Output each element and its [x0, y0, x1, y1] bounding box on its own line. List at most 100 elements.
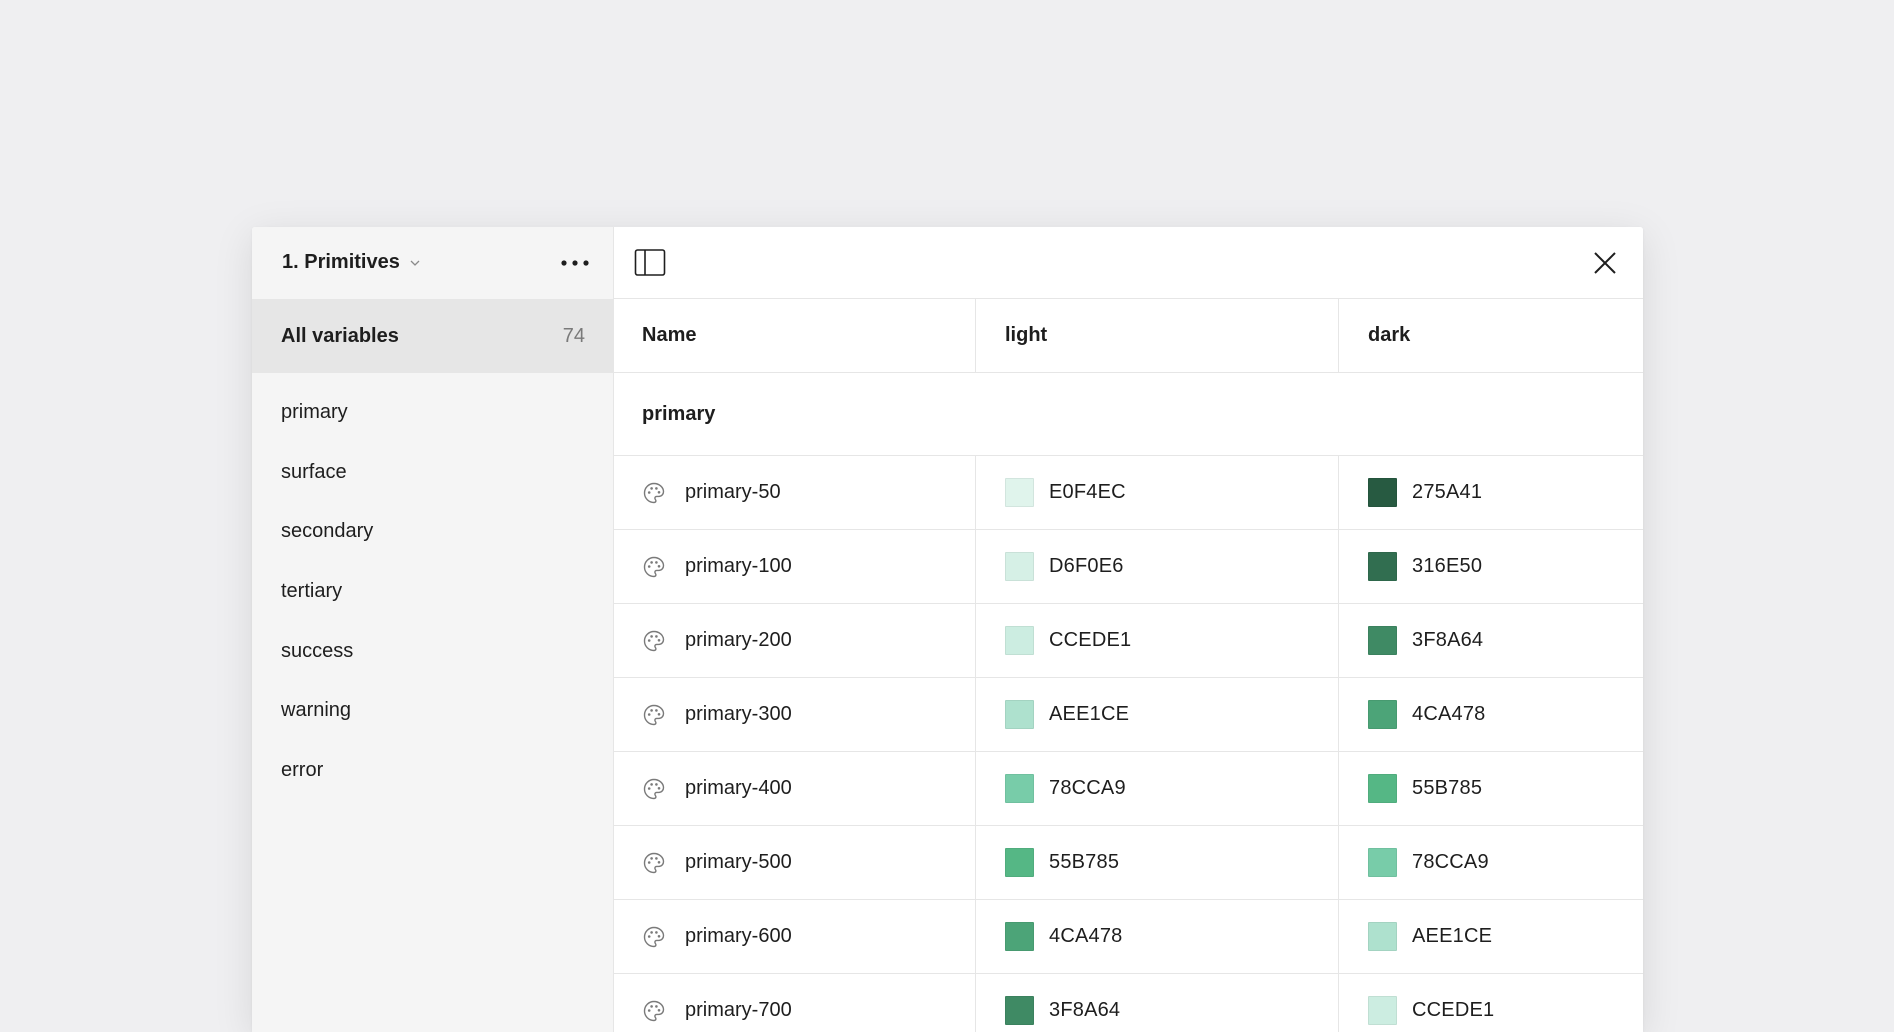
- dark-hex-value: 275A41: [1412, 481, 1483, 503]
- sidebar-item-success[interactable]: success: [252, 611, 613, 671]
- dark-value-cell[interactable]: 78CCA9: [1339, 826, 1643, 899]
- dark-color-swatch[interactable]: [1368, 552, 1397, 581]
- main-content: Name light dark primary primary-50 E0F4EC…: [614, 227, 1643, 1032]
- light-hex-value: 4CA478: [1049, 925, 1123, 947]
- sidebar-item-warning[interactable]: warning: [252, 671, 613, 731]
- light-value-cell[interactable]: 3F8A64: [976, 974, 1339, 1032]
- color-palette-icon: [642, 481, 666, 505]
- dark-color-swatch[interactable]: [1368, 774, 1397, 803]
- variable-name: primary-300: [685, 703, 792, 725]
- more-options-button[interactable]: [558, 247, 592, 279]
- dark-hex-value: CCEDE1: [1412, 999, 1495, 1021]
- variable-name-cell[interactable]: primary-200: [614, 604, 976, 677]
- dark-value-cell[interactable]: 3F8A64: [1339, 604, 1643, 677]
- dark-color-swatch[interactable]: [1368, 996, 1397, 1025]
- sidebar-item-tertiary[interactable]: tertiary: [252, 552, 613, 612]
- variable-name-cell[interactable]: primary-100: [614, 530, 976, 603]
- all-variables-label: All variables: [281, 325, 399, 347]
- variable-name-cell[interactable]: primary-700: [614, 974, 976, 1032]
- variable-name: primary-50: [685, 481, 781, 503]
- variable-name: primary-100: [685, 555, 792, 577]
- color-palette-icon: [642, 777, 666, 801]
- all-variables-item[interactable]: All variables 74: [252, 299, 613, 373]
- table-row[interactable]: primary-400 78CCA9 55B785: [614, 752, 1643, 826]
- color-palette-icon: [642, 999, 666, 1023]
- dark-hex-value: 78CCA9: [1412, 851, 1489, 873]
- dark-value-cell[interactable]: 55B785: [1339, 752, 1643, 825]
- table-row[interactable]: primary-600 4CA478 AEE1CE: [614, 900, 1643, 974]
- light-value-cell[interactable]: 55B785: [976, 826, 1339, 899]
- light-hex-value: 78CCA9: [1049, 777, 1126, 799]
- dark-value-cell[interactable]: 4CA478: [1339, 678, 1643, 751]
- dark-color-swatch[interactable]: [1368, 626, 1397, 655]
- variable-name-cell[interactable]: primary-300: [614, 678, 976, 751]
- variable-name: primary-700: [685, 999, 792, 1021]
- light-value-cell[interactable]: E0F4EC: [976, 456, 1339, 529]
- group-header-primary: primary: [614, 373, 1643, 456]
- column-header-name[interactable]: Name: [614, 299, 976, 372]
- close-icon[interactable]: [1591, 249, 1619, 277]
- table-row[interactable]: primary-100 D6F0E6 316E50: [614, 530, 1643, 604]
- sidebar-item-error[interactable]: error: [252, 731, 613, 791]
- toolbar: [614, 227, 1643, 299]
- light-color-swatch[interactable]: [1005, 848, 1034, 877]
- light-hex-value: CCEDE1: [1049, 629, 1132, 651]
- variable-name: primary-500: [685, 851, 792, 873]
- sidebar-toggle-icon[interactable]: [634, 248, 666, 278]
- sidebar-item-surface[interactable]: surface: [252, 433, 613, 493]
- collection-dropdown[interactable]: 1. Primitives: [282, 251, 422, 274]
- table-row[interactable]: primary-500 55B785 78CCA9: [614, 826, 1643, 900]
- sidebar-header: 1. Primitives: [252, 227, 613, 299]
- dark-color-swatch[interactable]: [1368, 700, 1397, 729]
- variable-name: primary-200: [685, 629, 792, 651]
- column-header-light[interactable]: light: [976, 299, 1339, 372]
- color-palette-icon: [642, 629, 666, 653]
- table-body: primary-50 E0F4EC 275A41 primary-100 D6F0E6 3…: [614, 456, 1643, 1032]
- sidebar-item-secondary[interactable]: secondary: [252, 492, 613, 552]
- light-hex-value: E0F4EC: [1049, 481, 1126, 503]
- light-hex-value: D6F0E6: [1049, 555, 1124, 577]
- dark-color-swatch[interactable]: [1368, 848, 1397, 877]
- sidebar-item-primary[interactable]: primary: [252, 373, 613, 433]
- dark-color-swatch[interactable]: [1368, 478, 1397, 507]
- dark-color-swatch[interactable]: [1368, 922, 1397, 951]
- table-row[interactable]: primary-50 E0F4EC 275A41: [614, 456, 1643, 530]
- light-value-cell[interactable]: 78CCA9: [976, 752, 1339, 825]
- light-color-swatch[interactable]: [1005, 700, 1034, 729]
- light-color-swatch[interactable]: [1005, 626, 1034, 655]
- light-value-cell[interactable]: AEE1CE: [976, 678, 1339, 751]
- light-color-swatch[interactable]: [1005, 478, 1034, 507]
- dark-value-cell[interactable]: CCEDE1: [1339, 974, 1643, 1032]
- table-row[interactable]: primary-300 AEE1CE 4CA478: [614, 678, 1643, 752]
- variables-table: Name light dark primary primary-50 E0F4EC…: [614, 299, 1643, 1032]
- light-value-cell[interactable]: D6F0E6: [976, 530, 1339, 603]
- table-row[interactable]: primary-700 3F8A64 CCEDE1: [614, 974, 1643, 1032]
- light-color-swatch[interactable]: [1005, 774, 1034, 803]
- table-row[interactable]: primary-200 CCEDE1 3F8A64: [614, 604, 1643, 678]
- column-header-dark[interactable]: dark: [1339, 299, 1643, 372]
- light-hex-value: 3F8A64: [1049, 999, 1121, 1021]
- variables-panel: 1. Primitives All variables 74 primary s…: [252, 227, 1643, 1032]
- dark-hex-value: 4CA478: [1412, 703, 1486, 725]
- dark-hex-value: 55B785: [1412, 777, 1483, 799]
- variable-name-cell[interactable]: primary-500: [614, 826, 976, 899]
- variable-name-cell[interactable]: primary-400: [614, 752, 976, 825]
- chevron-down-icon: [410, 260, 420, 266]
- dark-value-cell[interactable]: AEE1CE: [1339, 900, 1643, 973]
- light-value-cell[interactable]: 4CA478: [976, 900, 1339, 973]
- table-header-row: Name light dark: [614, 299, 1643, 373]
- color-palette-icon: [642, 555, 666, 579]
- light-color-swatch[interactable]: [1005, 552, 1034, 581]
- dark-value-cell[interactable]: 275A41: [1339, 456, 1643, 529]
- more-horizontal-icon: [561, 260, 589, 266]
- light-value-cell[interactable]: CCEDE1: [976, 604, 1339, 677]
- dark-value-cell[interactable]: 316E50: [1339, 530, 1643, 603]
- variable-name: primary-600: [685, 925, 792, 947]
- light-color-swatch[interactable]: [1005, 922, 1034, 951]
- light-hex-value: AEE1CE: [1049, 703, 1130, 725]
- variable-name-cell[interactable]: primary-50: [614, 456, 976, 529]
- collection-title: 1. Primitives: [282, 251, 400, 273]
- light-color-swatch[interactable]: [1005, 996, 1034, 1025]
- variable-name-cell[interactable]: primary-600: [614, 900, 976, 973]
- dark-hex-value: 3F8A64: [1412, 629, 1484, 651]
